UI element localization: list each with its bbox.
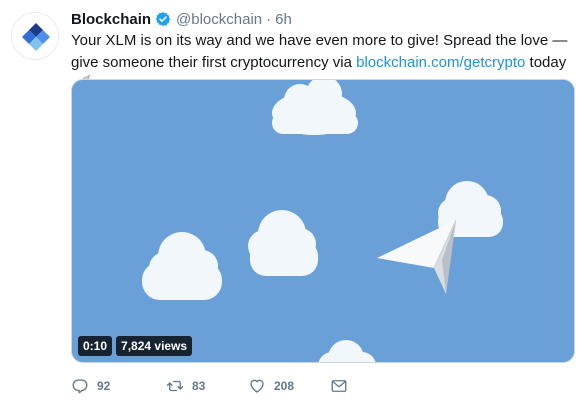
timestamp[interactable]: 6h [275,11,292,28]
verified-badge-icon [155,11,171,27]
direct-message-button[interactable] [330,377,370,395]
video-frame [72,80,574,362]
like-count: 208 [274,379,295,393]
separator: · [266,10,272,28]
reply-icon [72,379,88,394]
retweet-icon [166,380,184,392]
video-duration: 0:10 [78,336,113,356]
heart-icon [250,379,264,393]
reply-count: 92 [97,379,111,393]
reply-button[interactable]: 92 [71,377,152,395]
like-button[interactable]: 208 [248,377,330,395]
author-handle[interactable]: @blockchain [176,11,262,28]
avatar[interactable] [11,12,59,60]
tweet-actions: 92 83 208 [71,376,370,396]
tweet-header: Blockchain @blockchain · 6h [71,9,292,29]
video-badges: 0:10 7,824 views [78,336,193,356]
direct-message-icon [331,380,347,392]
retweet-count: 83 [192,379,206,393]
blockchain-logo-icon [22,23,50,51]
video-player[interactable]: 0:10 7,824 views [71,79,575,363]
tweet-text-part2: today [525,54,567,71]
tweet[interactable]: Blockchain @blockchain · 6h Your XLM is … [0,0,585,408]
retweet-button[interactable]: 83 [166,377,248,395]
video-views: 7,824 views [116,336,193,356]
tweet-link[interactable]: blockchain.com/getcrypto [356,54,525,71]
author-name[interactable]: Blockchain [71,11,151,28]
